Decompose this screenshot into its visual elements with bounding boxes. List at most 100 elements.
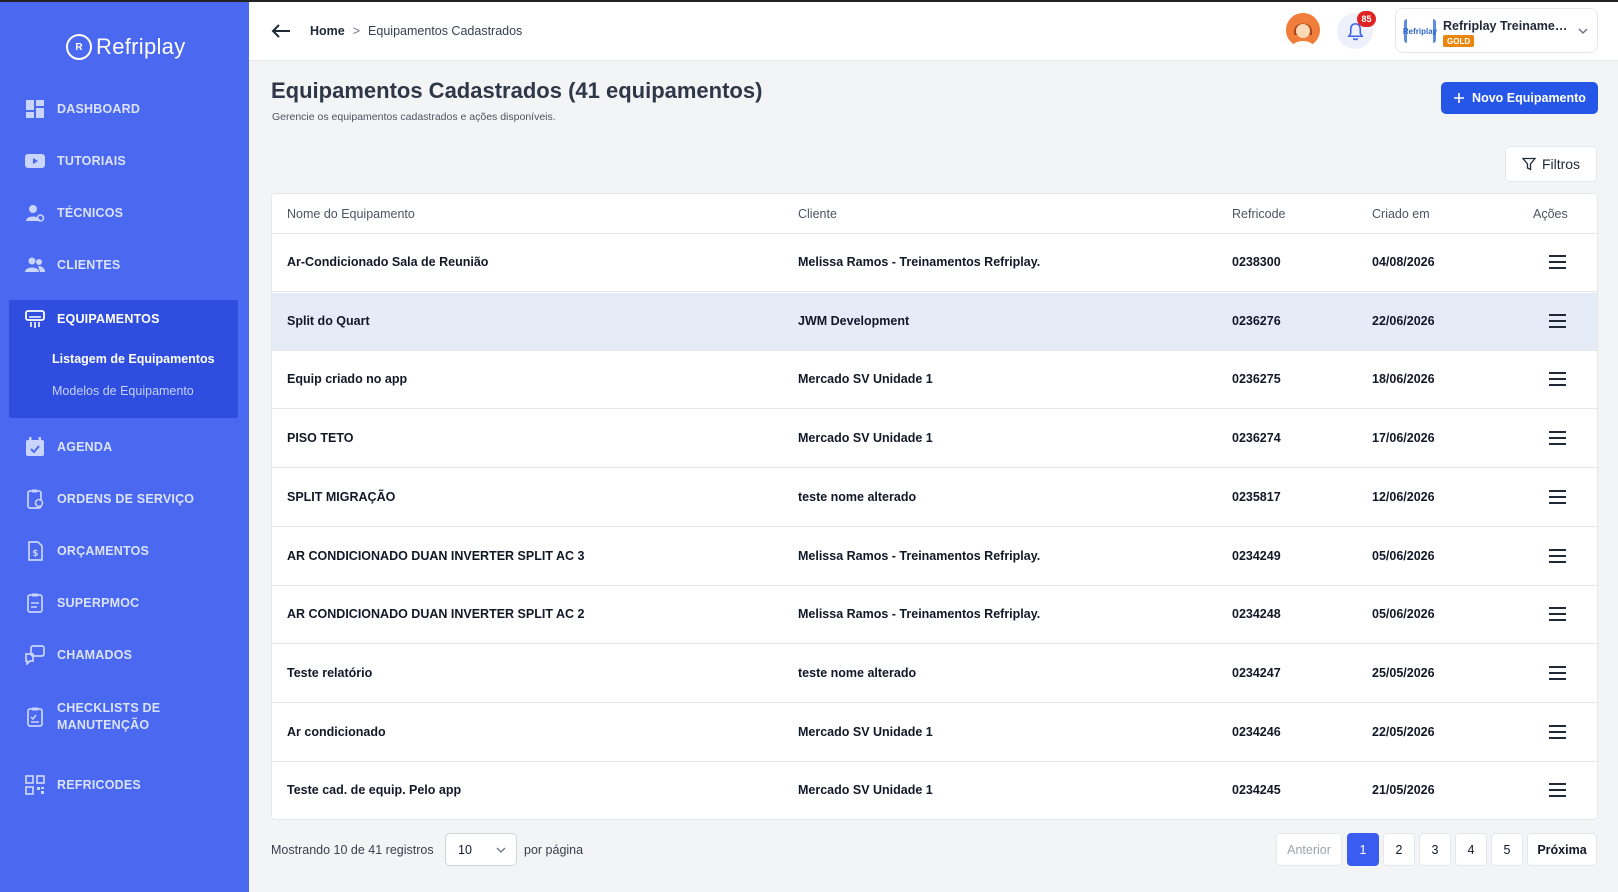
column-header-refricode[interactable]: Refricode [1232,207,1286,221]
cell-client: teste nome alterado [798,665,917,680]
table-row[interactable]: Teste cad. de equip. Pelo app Mercado SV … [272,762,1597,819]
cell-client: JWM Development [798,313,910,328]
row-actions-menu-icon[interactable] [1549,489,1567,506]
cell-created-date: 17/06/2026 [1372,431,1435,446]
breadcrumb: Home > Equipamentos Cadastrados [310,24,522,38]
table-row[interactable]: Ar-Condicionado Sala de Reunião Melissa R… [272,234,1597,292]
qr-code-icon [24,774,46,796]
top-border [0,0,1618,2]
new-equipment-label: Novo Equipamento [1472,91,1586,105]
pagination-page-4[interactable]: 4 [1455,833,1487,866]
breadcrumb-home[interactable]: Home [310,24,345,38]
pagination-page-3[interactable]: 3 [1419,833,1451,866]
cell-equipment-name: Equip criado no app [287,372,408,387]
table-row[interactable]: Equip criado no app Mercado SV Unidade 1 0… [272,351,1597,410]
row-actions-menu-icon[interactable] [1549,724,1567,741]
sidebar-item-ordens-servico[interactable]: ORDENS DE SERVIÇO [9,472,238,526]
sidebar-item-tutoriais[interactable]: TUTORIAIS [9,134,238,188]
app-logo[interactable]: R Refriplay [66,32,186,62]
cell-created-date: 22/05/2026 [1372,724,1435,739]
cell-created-date: 25/05/2026 [1372,665,1435,680]
cell-equipment-name: AR CONDICIONADO DUAN INVERTER SPLIT AC 2 [287,607,585,622]
table-row[interactable]: AR CONDICIONADO DUAN INVERTER SPLIT AC 3… [272,528,1597,586]
table-row[interactable]: Ar condicionado Mercado SV Unidade 1 02342… [272,704,1597,762]
sidebar-item-equipamentos[interactable]: EQUIPAMENTOS [9,292,238,346]
sidebar-item-refricodes[interactable]: REFRICODES [9,758,238,812]
row-actions-menu-icon[interactable] [1549,607,1567,623]
per-page-select[interactable]: 10 [445,833,517,866]
account-switcher[interactable]: Refriplay Refriplay Treinament... GOLD [1395,8,1598,53]
clipboard-gear-icon [24,488,46,510]
avatar[interactable] [1286,13,1320,47]
row-actions-menu-icon[interactable] [1549,548,1567,565]
per-page-value: 10 [458,842,472,857]
sidebar-item-dashboard[interactable]: DASHBOARD [9,82,238,136]
checklists-line-1: CHECKLISTS DE [57,701,161,715]
row-actions-menu-icon[interactable] [1549,313,1567,330]
user-gear-icon [24,202,46,224]
column-header-client[interactable]: Cliente [798,207,837,221]
pagination-next[interactable]: Próxima [1527,833,1597,866]
table-row[interactable]: Split do Quart JWM Development 0236276 22/0… [272,292,1597,351]
sidebar-sub-listagem[interactable]: Listagem de Equipamentos [52,352,215,366]
row-actions-menu-icon[interactable] [1549,255,1567,271]
column-header-name[interactable]: Nome do Equipamento [287,207,415,221]
cell-created-date: 05/06/2026 [1372,548,1435,563]
sidebar-item-superpmoc[interactable]: SUPERPMOC [9,576,238,630]
sidebar-item-checklists[interactable]: CHECKLISTS DE MANUTENÇÃO [9,690,238,744]
cell-created-date: 12/06/2026 [1372,489,1435,504]
calendar-check-icon [24,436,46,458]
cell-created-date: 04/08/2026 [1372,255,1435,269]
pagination-page-5[interactable]: 5 [1491,833,1523,866]
back-arrow-icon[interactable] [270,21,292,41]
cell-refricode: 0234249 [1232,548,1281,563]
column-header-created[interactable]: Criado em [1372,207,1430,221]
sidebar-item-agenda[interactable]: AGENDA [9,420,238,474]
sidebar-item-chamados[interactable]: CHAMADOS [9,628,238,682]
table-row[interactable]: SPLIT MIGRAÇÃO teste nome alterado 0235817… [272,469,1597,527]
cell-client: Mercado SV Unidade 1 [798,431,933,446]
table-row[interactable]: AR CONDICIONADO DUAN INVERTER SPLIT AC 2… [272,586,1597,645]
page-subtitle: Gerencie os equipamentos cadastrados e a… [272,111,556,123]
cell-refricode: 0235817 [1232,489,1281,504]
checklist-icon [24,706,46,728]
users-icon [24,254,46,276]
table-row[interactable]: PISO TETO Mercado SV Unidade 1 0236274 17/0… [272,410,1597,469]
notification-count-badge: 85 [1357,11,1376,27]
filter-button[interactable]: Filtros [1505,146,1597,182]
sidebar-item-tecnicos[interactable]: TÉCNICOS [9,186,238,240]
sidebar-item-label: REFRICODES [57,778,141,792]
new-equipment-button[interactable]: Novo Equipamento [1441,82,1598,114]
cell-client: Melissa Ramos - Treinamentos Refriplay. [798,255,1041,269]
pagination-page-2[interactable]: 2 [1383,833,1415,866]
cell-equipment-name: Ar condicionado [287,724,386,739]
row-actions-menu-icon[interactable] [1549,783,1567,799]
sidebar-item-orcamentos[interactable]: $ ORÇAMENTOS [9,524,238,578]
breadcrumb-current: Equipamentos Cadastrados [368,24,523,38]
pagination-page-1[interactable]: 1 [1347,833,1379,866]
sidebar-item-label: CHAMADOS [57,648,133,662]
cell-client: Mercado SV Unidade 1 [798,724,933,739]
cell-equipment-name: PISO TETO [287,431,354,446]
top-header: Home > Equipamentos Cadastrados 85 Refri… [249,2,1618,61]
cell-refricode: 0234246 [1232,724,1281,739]
sidebar-sub-modelos[interactable]: Modelos de Equipamento [52,384,194,398]
row-actions-menu-icon[interactable] [1549,665,1567,682]
table-row[interactable]: Teste relatório teste nome alterado 023424… [272,645,1597,703]
cell-refricode: 0236276 [1232,313,1281,328]
row-actions-menu-icon[interactable] [1549,431,1567,447]
cell-equipment-name: Teste relatório [287,665,373,680]
checklists-line-2: MANUTENÇÃO [57,718,150,732]
invoice-icon: $ [24,540,46,562]
pagination-prev[interactable]: Anterior [1276,833,1342,866]
sidebar-item-label: TÉCNICOS [57,206,124,220]
row-actions-menu-icon[interactable] [1549,372,1567,388]
sidebar-item-label: AGENDA [57,440,113,454]
sidebar-item-label: CHECKLISTS DE MANUTENÇÃO [57,700,160,734]
chevron-down-icon [1578,28,1588,34]
column-header-actions: Ações [1533,207,1568,221]
sidebar-item-label: ORDENS DE SERVIÇO [57,492,195,506]
plus-icon [1454,93,1465,103]
sidebar-item-clientes[interactable]: CLIENTES [9,238,238,292]
cell-equipment-name: AR CONDICIONADO DUAN INVERTER SPLIT AC 3 [287,548,585,563]
